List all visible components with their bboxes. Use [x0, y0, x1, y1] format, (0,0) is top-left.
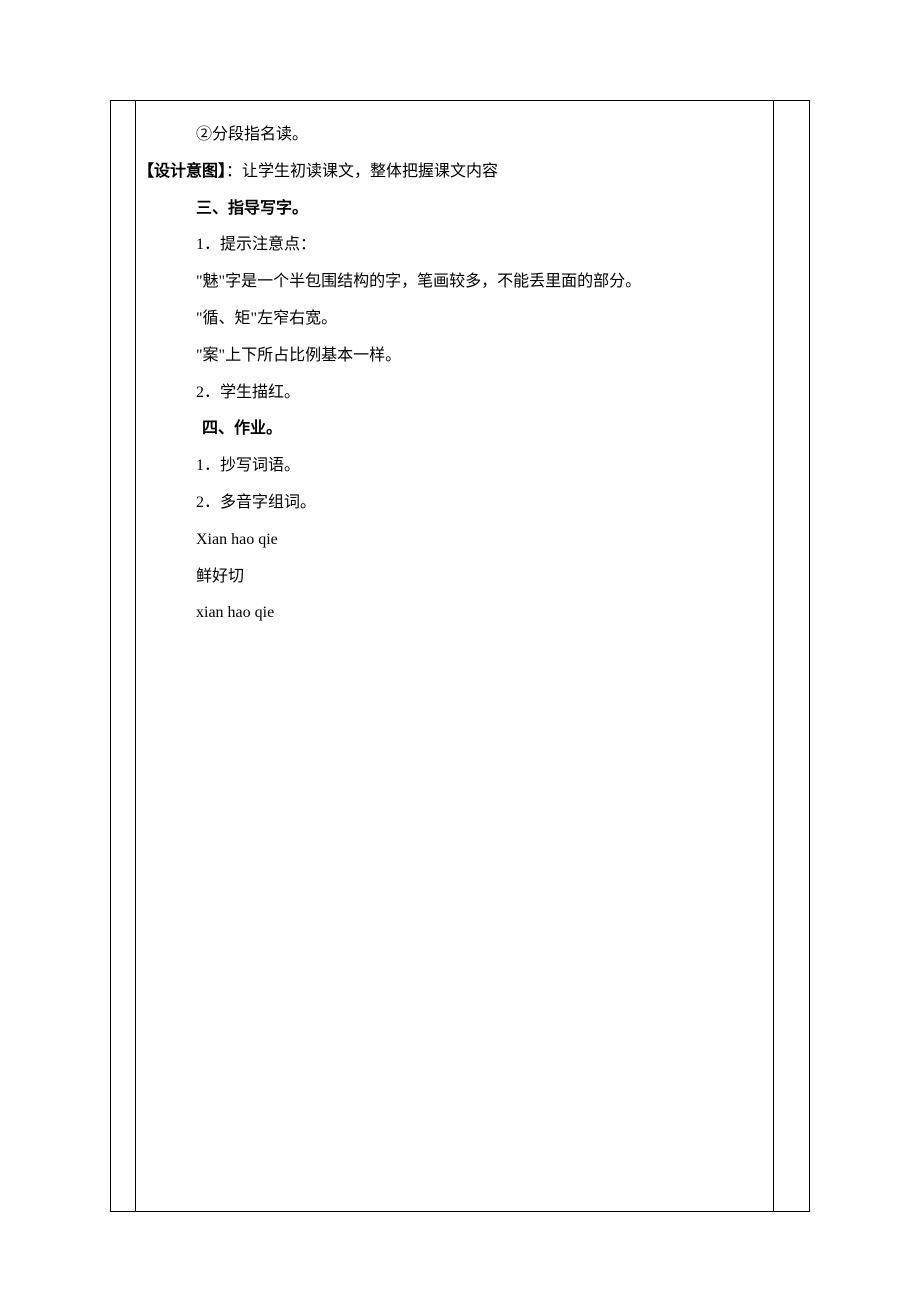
text-line: xian hao qie [146, 595, 763, 632]
document-table: ②分段指名读。 【设计意图】：让学生初读课文，整体把握课文内容 三、指导写字。 … [110, 100, 810, 1212]
text-line: "循、矩"左窄右宽。 [146, 301, 763, 338]
text-line: 1．抄写词语。 [146, 448, 763, 485]
right-column [774, 101, 810, 1212]
text-line: 鲜好切 [146, 559, 763, 596]
text-line: "魅"字是一个半包围结构的字，笔画较多，不能丢里面的部分。 [146, 264, 763, 301]
design-intent-label: 【设计意图】 [138, 163, 226, 180]
design-intent-line: 【设计意图】：让学生初读课文，整体把握课文内容 [138, 154, 763, 191]
design-intent-text: ：让学生初读课文，整体把握课文内容 [226, 163, 498, 180]
text-line: 2．学生描红。 [146, 375, 763, 412]
text-line: 1．提示注意点： [146, 227, 763, 264]
section-heading: 三、指导写字。 [146, 191, 763, 228]
text-line: Xian hao qie [146, 522, 763, 559]
main-content-column: ②分段指名读。 【设计意图】：让学生初读课文，整体把握课文内容 三、指导写字。 … [136, 101, 774, 1212]
section-heading: 四、作业。 [146, 411, 763, 448]
text-line: "案"上下所占比例基本一样。 [146, 338, 763, 375]
page-container: ②分段指名读。 【设计意图】：让学生初读课文，整体把握课文内容 三、指导写字。 … [0, 0, 920, 1302]
left-column [111, 101, 136, 1212]
text-line: 2．多音字组词。 [146, 485, 763, 522]
text-line: ②分段指名读。 [146, 117, 763, 154]
